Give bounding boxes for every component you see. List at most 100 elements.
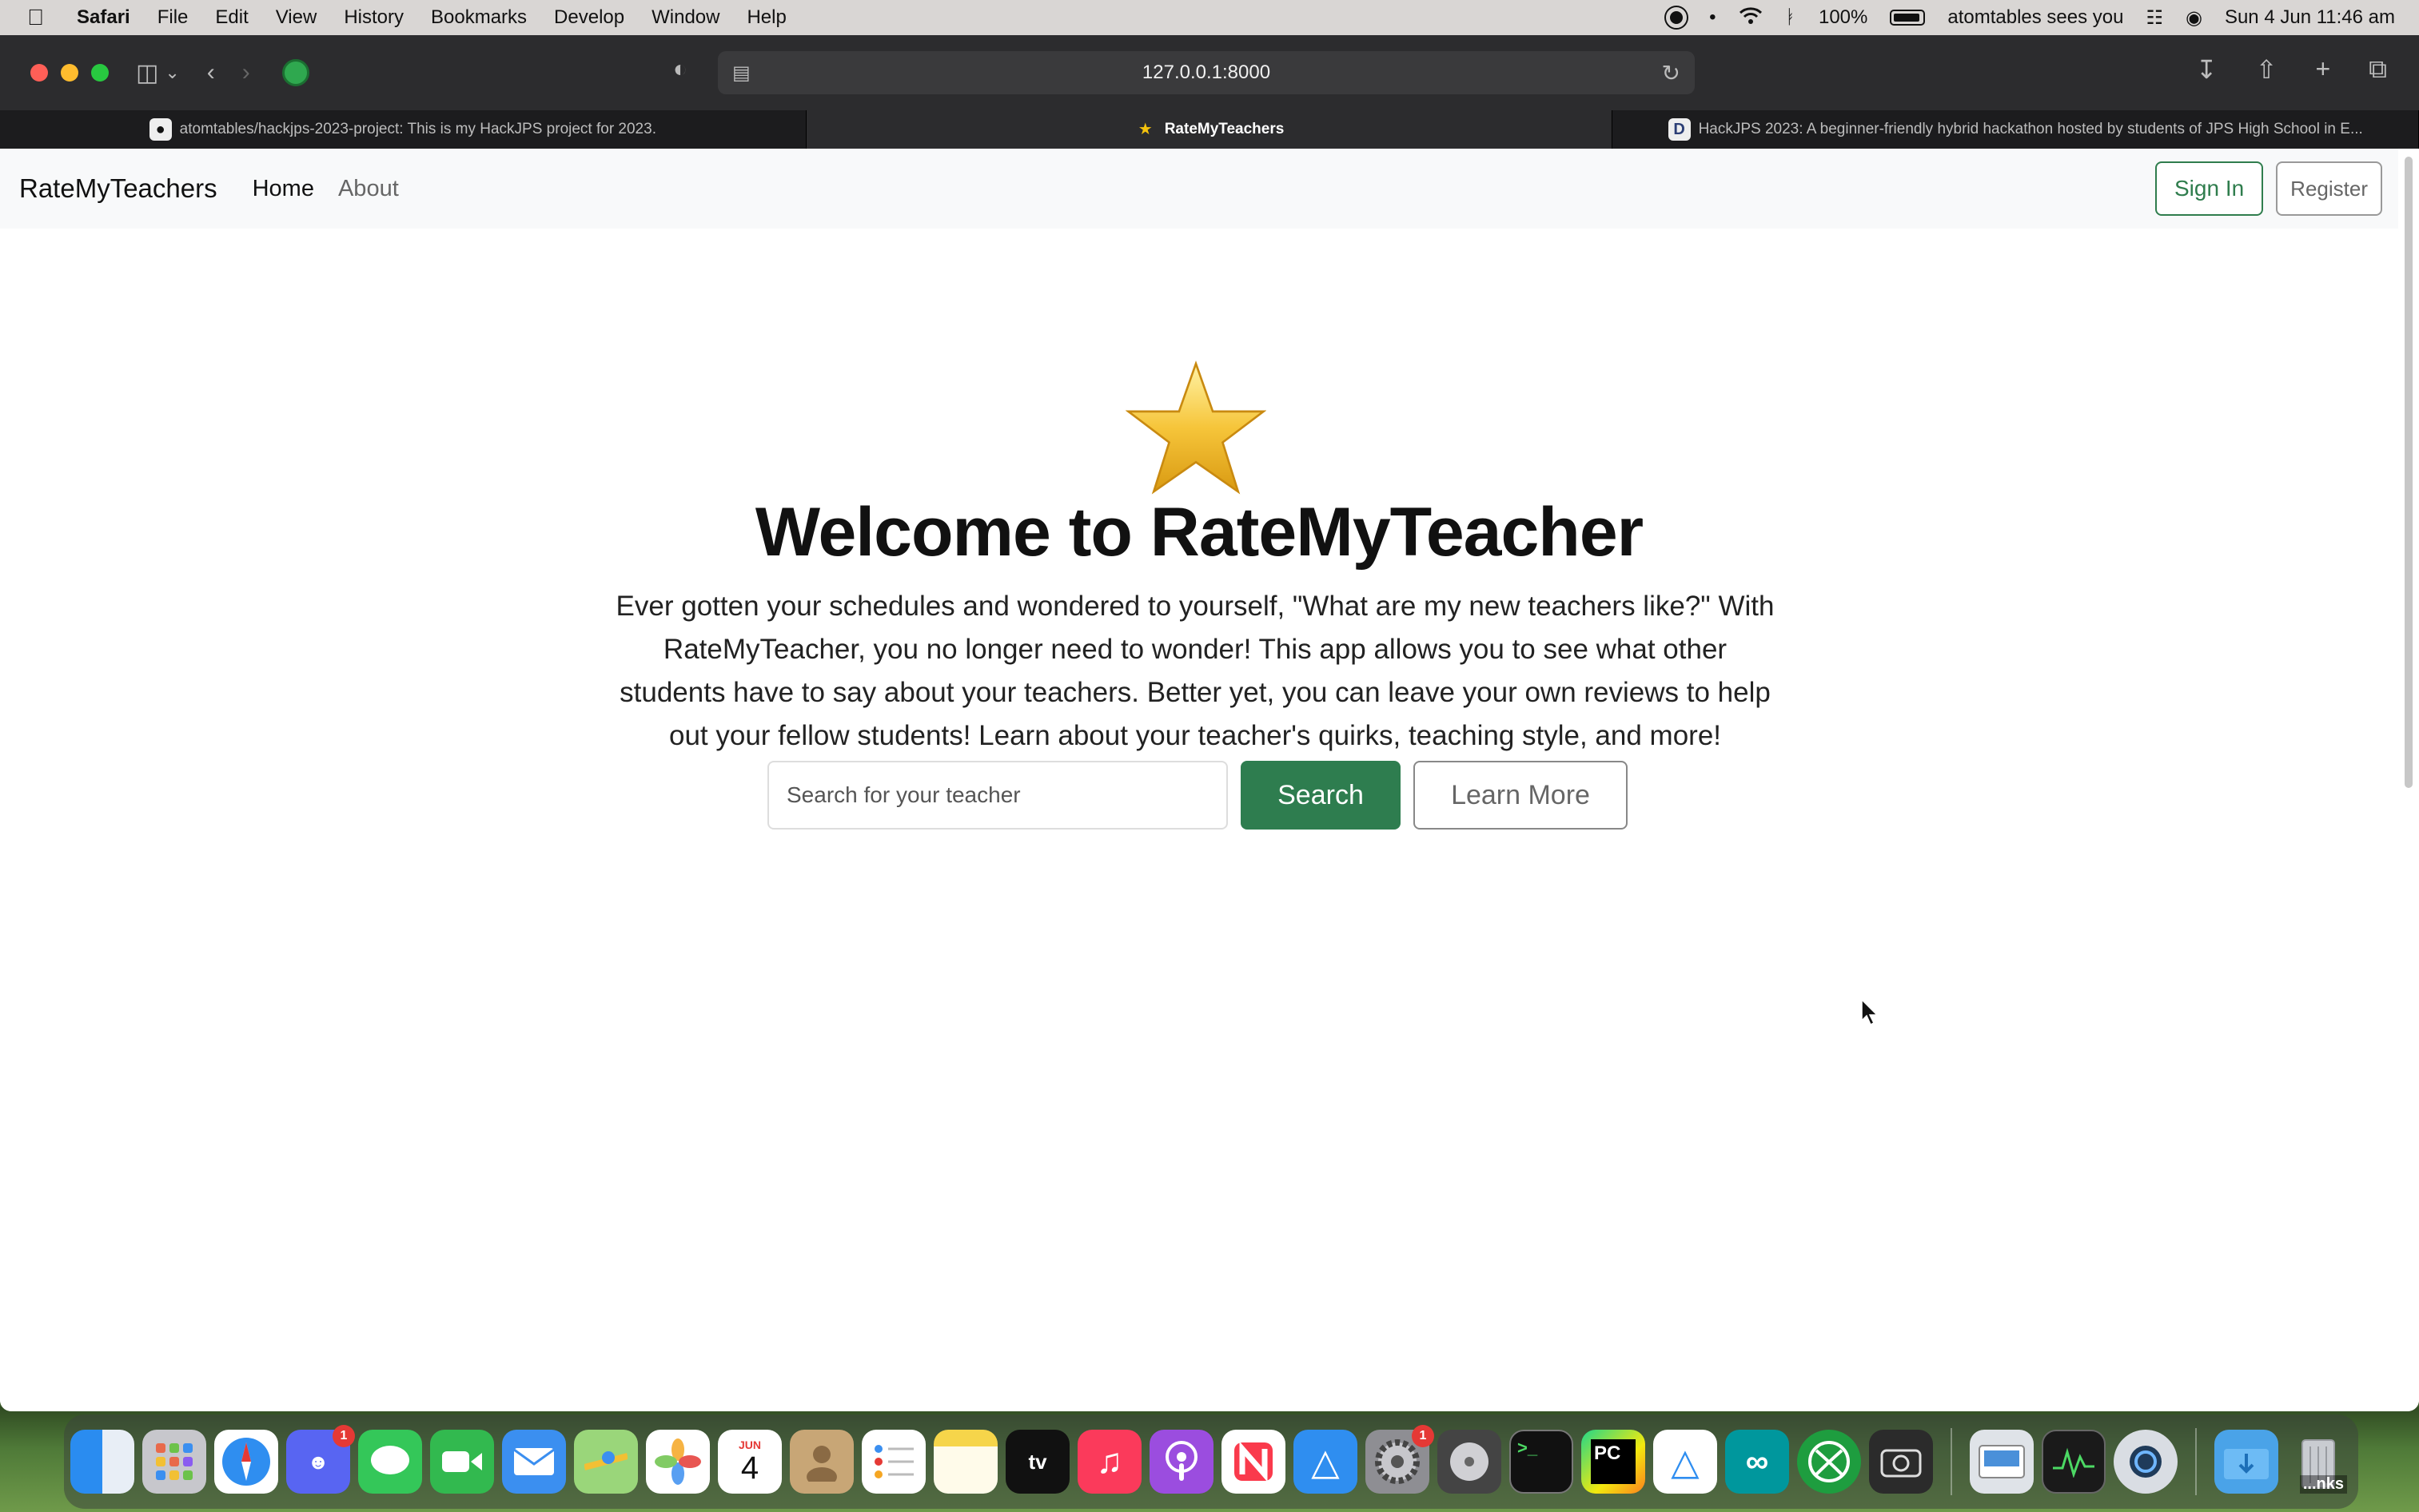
finder-icon[interactable] [70, 1430, 134, 1494]
pycharm-icon[interactable]: PC [1581, 1430, 1645, 1494]
stacks-label: ...nks [2299, 1475, 2347, 1494]
discord-icon[interactable]: ☻ 1 [286, 1425, 355, 1494]
page-scrollbar[interactable] [2405, 157, 2413, 788]
mail-icon[interactable] [502, 1430, 566, 1494]
minimize-window-button[interactable] [61, 64, 78, 82]
address-bar[interactable]: ▤ 127.0.0.1:8000 ↻ [718, 51, 1695, 94]
safari-window: ◫ ⌄ ‹ › ◐ ▤ 127.0.0.1:8000 ↻ ↧ ⇧ + ⧉ ● a… [0, 35, 2419, 1411]
xcode-tools-icon[interactable]: △ [1653, 1430, 1717, 1494]
tab-github[interactable]: ● atomtables/hackjps-2023-project: This … [0, 110, 807, 149]
pycharm-tile: PC [1591, 1439, 1636, 1484]
star-icon: ★ [1138, 121, 1153, 138]
menu-file[interactable]: File [157, 6, 189, 29]
search-button[interactable]: Search [1241, 761, 1401, 830]
contacts-icon[interactable] [790, 1430, 854, 1494]
menu-window[interactable]: Window [652, 6, 719, 29]
control-center-icon[interactable]: ☷ [2146, 6, 2163, 30]
back-icon[interactable]: ‹ [207, 59, 215, 86]
hero-title: Welcome to RateMyTeacher [755, 494, 1644, 571]
new-tab-icon[interactable]: + [2315, 54, 2330, 85]
pycharm-label: PC [1594, 1442, 1621, 1464]
system-settings-icon[interactable]: 1 [1365, 1425, 1434, 1494]
calendar-icon[interactable]: JUN 4 [718, 1430, 782, 1494]
music-icon[interactable]: ♫ [1078, 1430, 1142, 1494]
podcasts-icon[interactable] [1150, 1430, 1213, 1494]
downloads-folder-icon[interactable] [2214, 1430, 2278, 1494]
trash-icon[interactable]: ...nks [2286, 1430, 2350, 1494]
menu-edit[interactable]: Edit [215, 6, 248, 29]
site-navbar: RateMyTeachers Home About Sign In Regist… [0, 149, 2398, 229]
screen-record-icon[interactable] [1666, 7, 1688, 28]
reader-icon[interactable]: ▤ [732, 62, 751, 85]
sidebar-toggle-icon[interactable]: ◫ [136, 59, 158, 87]
close-window-button[interactable] [30, 64, 48, 82]
menu-develop[interactable]: Develop [554, 6, 624, 29]
dock-separator [1951, 1428, 1952, 1495]
user-status-text[interactable]: atomtables sees you [1947, 6, 2123, 29]
launchpad-icon[interactable] [142, 1430, 206, 1494]
tab-title: RateMyTeachers [1164, 121, 1285, 137]
preview-icon[interactable] [1970, 1430, 2034, 1494]
menu-history[interactable]: History [344, 6, 404, 29]
reminders-icon[interactable] [862, 1430, 926, 1494]
macos-menu-bar:  Safari File Edit View History Bookmark… [0, 0, 2419, 35]
photos-icon[interactable] [646, 1430, 710, 1494]
wifi-icon[interactable] [1739, 6, 1763, 30]
browser-toolbar: ◫ ⌄ ‹ › ◐ ▤ 127.0.0.1:8000 ↻ ↧ ⇧ + ⧉ [0, 35, 2419, 110]
zoom-window-button[interactable] [91, 64, 109, 82]
register-button[interactable]: Register [2276, 161, 2382, 216]
chevron-down-icon[interactable]: ⌄ [165, 62, 179, 83]
extension-icon[interactable] [281, 59, 309, 86]
menu-bookmarks[interactable]: Bookmarks [431, 6, 527, 29]
share-icon[interactable]: ⇧ [2256, 54, 2278, 85]
learn-more-button[interactable]: Learn More [1413, 761, 1628, 830]
toolbar-right-icons: ↧ ⇧ + ⧉ [2196, 54, 2387, 85]
siri-icon[interactable]: ◉ [2186, 6, 2202, 30]
search-form: Search Learn More [767, 761, 1628, 830]
dock-separator [2195, 1428, 2197, 1495]
news-icon[interactable] [1221, 1430, 1285, 1494]
notes-icon[interactable] [934, 1430, 998, 1494]
clock-text[interactable]: Sun 4 Jun 11:46 am [2225, 6, 2395, 29]
menu-app-name[interactable]: Safari [77, 6, 130, 29]
site-brand[interactable]: RateMyTeachers [19, 173, 217, 204]
maps-icon[interactable] [574, 1430, 638, 1494]
nav-home[interactable]: Home [253, 176, 314, 202]
notification-badge: 1 [1412, 1425, 1434, 1447]
xbox-icon[interactable] [1797, 1430, 1861, 1494]
reload-icon[interactable]: ↻ [1662, 60, 1680, 86]
terminal-icon[interactable]: >_ [1509, 1430, 1573, 1494]
tab-title: atomtables/hackjps-2023-project: This is… [179, 121, 656, 137]
disk-utility-icon[interactable] [1437, 1430, 1501, 1494]
screenshot-icon[interactable] [1869, 1430, 1933, 1494]
bluetooth-icon[interactable]: ᛓ [1785, 6, 1796, 29]
calendar-day: 4 [740, 1450, 759, 1486]
url-text: 127.0.0.1:8000 [1142, 62, 1271, 83]
github-icon: ● [149, 118, 172, 141]
app-store-icon[interactable]: △ [1293, 1430, 1357, 1494]
devpost-icon: D [1668, 118, 1691, 141]
teacher-search-input[interactable] [767, 761, 1228, 830]
menu-help[interactable]: Help [747, 6, 786, 29]
nav-about[interactable]: About [338, 176, 399, 202]
arduino-icon[interactable]: ∞ [1725, 1430, 1789, 1494]
apple-menu-icon[interactable]:  [27, 5, 59, 30]
downloads-icon[interactable]: ↧ [2196, 54, 2218, 85]
tab-ratemyteachers[interactable]: ★ RateMyTeachers [806, 110, 1613, 149]
safari-icon[interactable] [214, 1430, 278, 1494]
tab-devpost[interactable]: D HackJPS 2023: A beginner-friendly hybr… [1612, 110, 2419, 149]
apple-tv-icon[interactable]: tv [1006, 1430, 1070, 1494]
sign-in-button[interactable]: Sign In [2155, 161, 2264, 216]
web-page: RateMyTeachers Home About Sign In Regist… [0, 149, 2419, 1411]
activity-monitor-icon[interactable] [2042, 1430, 2106, 1494]
menu-view[interactable]: View [276, 6, 317, 29]
battery-icon[interactable] [1890, 10, 1926, 26]
tab-overview-icon[interactable]: ⧉ [2369, 54, 2387, 85]
facetime-icon[interactable] [430, 1430, 494, 1494]
quicktime-icon[interactable] [2114, 1430, 2178, 1494]
auth-buttons: Sign In Register [2155, 161, 2382, 216]
privacy-shield-icon[interactable]: ◐ [673, 56, 687, 83]
forward-icon[interactable]: › [242, 59, 250, 86]
macos-dock: ☻ 1 JUN 4 tv ♫ △ 1 >_ PC △ ∞ ...nks [64, 1415, 2358, 1509]
messages-icon[interactable] [358, 1430, 422, 1494]
